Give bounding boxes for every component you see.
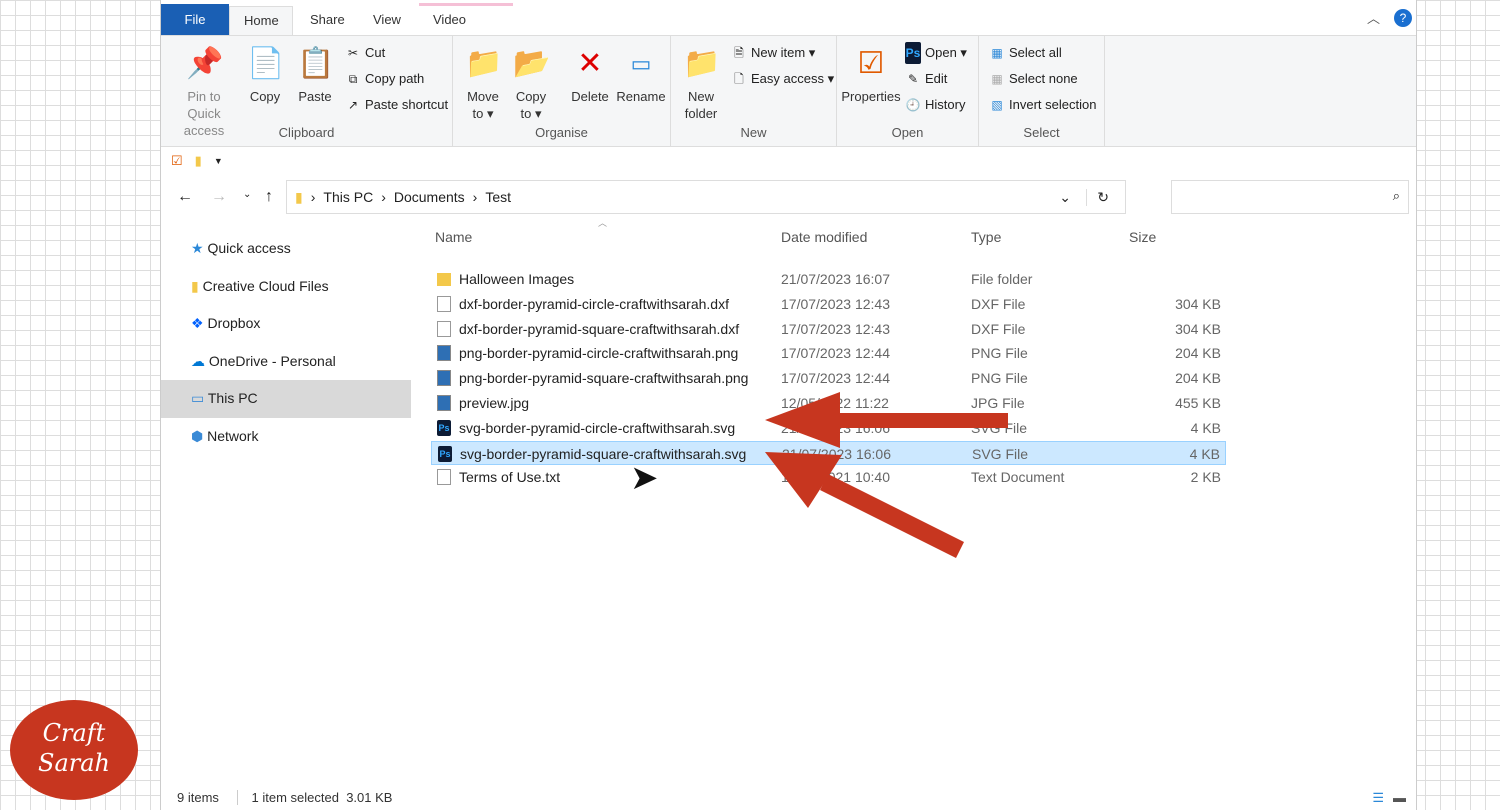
- arrow-circle-file: [765, 392, 1008, 448]
- craft-with-sarah-logo: Craft Sarah: [10, 700, 138, 800]
- mouse-cursor-icon: ➤: [630, 459, 659, 497]
- annotation-arrows: [765, 392, 1008, 558]
- arrow-square-file: [765, 452, 964, 558]
